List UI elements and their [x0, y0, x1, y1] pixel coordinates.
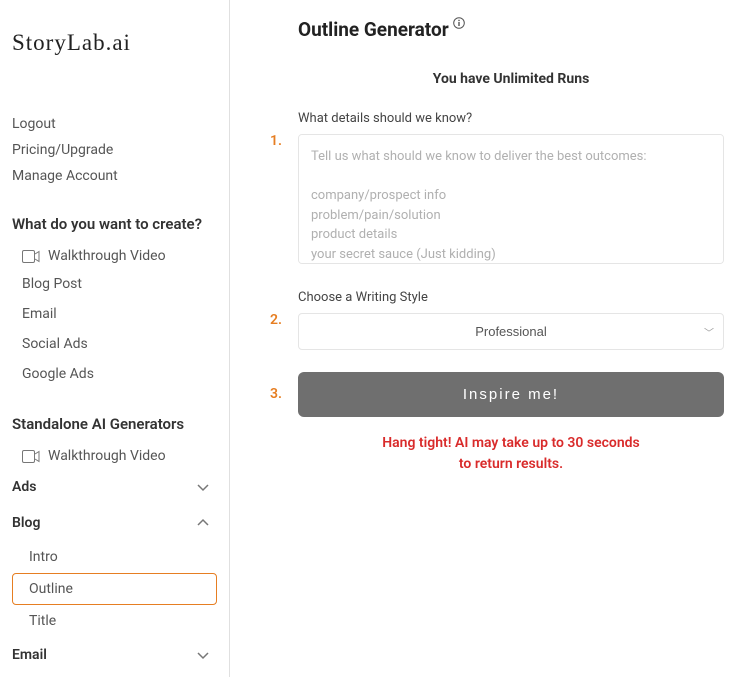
blog-title[interactable]: Title	[12, 605, 217, 637]
writing-style-select[interactable]: Professional	[298, 313, 724, 350]
page-title: Outline Generator	[298, 18, 449, 41]
details-label: What details should we know?	[298, 111, 724, 126]
step-1-number: 1.	[270, 133, 282, 149]
create-walkthrough-video[interactable]: Walkthrough Video	[12, 243, 217, 269]
logo: StoryLab.ai	[12, 30, 217, 56]
step-3-number: 3.	[270, 386, 282, 402]
accordion-blog-label: Blog	[12, 515, 40, 531]
video-icon	[22, 250, 40, 263]
create-item-email[interactable]: Email	[12, 299, 217, 329]
blog-intro[interactable]: Intro	[12, 541, 217, 573]
inspire-me-button[interactable]: Inspire me!	[298, 372, 724, 417]
nav-logout[interactable]: Logout	[12, 111, 217, 137]
create-item-google-ads[interactable]: Google Ads	[12, 359, 217, 389]
info-icon[interactable]	[453, 14, 465, 33]
accordion-ads-label: Ads	[12, 479, 36, 495]
create-item-social-ads[interactable]: Social Ads	[12, 329, 217, 359]
standalone-walkthrough-label: Walkthrough Video	[48, 448, 166, 464]
standalone-heading: Standalone AI Generators	[12, 415, 217, 433]
create-item-blog-post[interactable]: Blog Post	[12, 269, 217, 299]
accordion-email-label: Email	[12, 647, 47, 663]
chevron-down-icon	[195, 647, 211, 663]
runs-remaining: You have Unlimited Runs	[298, 71, 724, 87]
nav-pricing[interactable]: Pricing/Upgrade	[12, 137, 217, 163]
accordion-ads[interactable]: Ads	[12, 469, 217, 505]
chevron-down-icon	[195, 479, 211, 495]
accordion-blog[interactable]: Blog	[12, 505, 217, 541]
style-label: Choose a Writing Style	[298, 290, 724, 305]
video-icon	[22, 450, 40, 463]
step-2-number: 2.	[270, 312, 282, 328]
chevron-up-icon	[195, 515, 211, 531]
create-heading: What do you want to create?	[12, 215, 217, 233]
details-textarea[interactable]	[298, 134, 724, 264]
wait-message: Hang tight! AI may take up to 30 seconds…	[298, 433, 724, 475]
nav-manage-account[interactable]: Manage Account	[12, 163, 217, 189]
accordion-email[interactable]: Email	[12, 637, 217, 673]
standalone-walkthrough-video[interactable]: Walkthrough Video	[12, 443, 217, 469]
create-walkthrough-label: Walkthrough Video	[48, 248, 166, 264]
blog-outline[interactable]: Outline	[12, 573, 217, 605]
